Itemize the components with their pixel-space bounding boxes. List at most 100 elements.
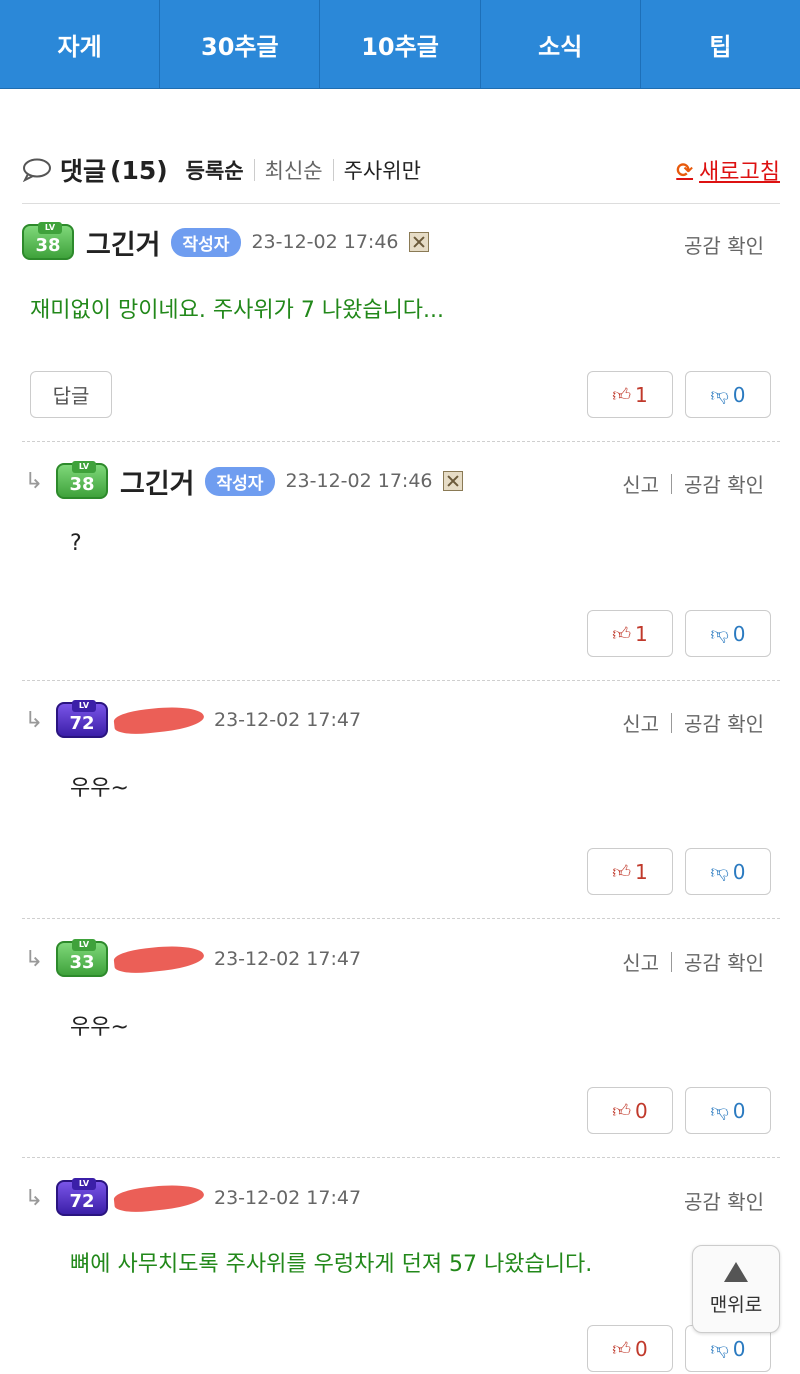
comment-actions: 신고 공감 확인 xyxy=(622,947,764,976)
comment-meta: ↳ LV 33 23-12-02 17:47 xyxy=(22,939,361,979)
level-tag: LV xyxy=(72,461,96,473)
reply-arrow-icon: ↳ xyxy=(24,1185,44,1211)
thumbs-up-icon: 👍︎ xyxy=(612,1338,632,1360)
level-badge: LV 72 xyxy=(56,700,108,738)
level-tag: LV xyxy=(72,700,96,712)
like-count: 0 xyxy=(635,1098,648,1123)
level-number: 38 xyxy=(35,235,61,256)
like-button[interactable]: 👍︎ 1 xyxy=(587,371,673,418)
report-link[interactable]: 신고 xyxy=(622,947,659,976)
level-badge: LV 72 xyxy=(56,1178,108,1216)
like-button[interactable]: 👍︎ 1 xyxy=(587,610,673,657)
report-link[interactable]: 신고 xyxy=(622,469,659,498)
comments-header: 댓글 (15) 등록순 최신순 주사위만 ⟳ 새로고침 xyxy=(22,150,780,190)
thumbs-down-icon: 👎︎ xyxy=(710,623,729,645)
dislike-button[interactable]: 👎︎ 0 xyxy=(685,371,771,418)
dislike-button[interactable]: 👎︎ 0 xyxy=(685,1087,771,1134)
level-badge: LV 38 xyxy=(56,461,108,499)
sort-by-registered[interactable]: 등록순 xyxy=(186,155,254,185)
nickname[interactable]: 그긴거 xyxy=(120,462,195,501)
like-check-link[interactable]: 공감 확인 xyxy=(684,708,764,737)
comment-text: 뼈에 사무치도록 주사위를 우렁차게 던져 57 나왔습니다. xyxy=(70,1252,593,1277)
like-button[interactable]: 👍︎ 0 xyxy=(587,1087,673,1134)
comment-text: 우우~ xyxy=(70,776,129,801)
redacted-nickname[interactable] xyxy=(114,943,204,975)
thumbs-up-icon: 👍︎ xyxy=(612,623,632,645)
comment-divider xyxy=(22,918,780,919)
level-number: 72 xyxy=(69,713,95,734)
comment-actions: 신고 공감 확인 xyxy=(622,708,764,737)
author-badge: 작성자 xyxy=(204,466,276,496)
comment-actions: 공감 확인 xyxy=(684,1186,764,1215)
action-separator xyxy=(671,712,673,733)
arrow-up-icon xyxy=(724,1261,748,1282)
report-link[interactable]: 신고 xyxy=(622,708,659,737)
comment-divider xyxy=(22,1157,780,1158)
thumbs-down-icon: 👎︎ xyxy=(710,384,729,406)
comment-meta: ↳ LV 38 그긴거 작성자 23-12-02 17:46 xyxy=(22,461,463,501)
comment-date: 23-12-02 17:47 xyxy=(214,1187,362,1209)
nav-tab-free[interactable]: 자게 xyxy=(0,0,161,88)
comment-item: ↳ LV 72 23-12-02 17:47 공감 확인 뼈에 사무치도록 주사… xyxy=(22,1178,780,1374)
level-badge: LV 33 xyxy=(56,939,108,977)
comment-text: 재미없이 망이네요. 주사위가 7 나왔습니다... xyxy=(30,298,445,323)
comment-actions: 신고 공감 확인 xyxy=(622,469,764,498)
nav-tab-news[interactable]: 소식 xyxy=(481,0,641,88)
like-button[interactable]: 👍︎ 0 xyxy=(587,1325,673,1372)
dislike-count: 0 xyxy=(732,1098,746,1123)
like-check-link[interactable]: 공감 확인 xyxy=(684,469,764,498)
nickname[interactable]: 그긴거 xyxy=(86,223,161,262)
redacted-nickname[interactable] xyxy=(114,1182,204,1214)
comment-item: ↳ LV 33 23-12-02 17:47 신고 공감 확인 우우~ 👍︎ 0… xyxy=(22,939,780,1158)
nav-tab-30[interactable]: 30추글 xyxy=(160,0,321,88)
dislike-count: 0 xyxy=(732,859,746,884)
level-tag: LV xyxy=(72,1178,96,1190)
comment-text: 우우~ xyxy=(70,1015,129,1040)
like-check-link[interactable]: 공감 확인 xyxy=(684,1186,764,1215)
nav-tab-tips[interactable]: 팁 xyxy=(641,0,800,88)
comment-date: 23-12-02 17:47 xyxy=(214,709,362,731)
like-count: 1 xyxy=(635,621,648,646)
like-button[interactable]: 👍︎ 1 xyxy=(587,848,673,895)
comment-item: ↳ LV 38 그긴거 작성자 23-12-02 17:46 신고 공감 확인 … xyxy=(22,461,780,681)
thumbs-down-icon: 👎︎ xyxy=(710,1338,729,1360)
comment-item: ↳ LV 72 23-12-02 17:47 신고 공감 확인 우우~ 👍︎ 1… xyxy=(22,700,780,919)
dislike-button[interactable]: 👎︎ 0 xyxy=(685,848,771,895)
sort-dice-only[interactable]: 주사위만 xyxy=(334,155,431,185)
refresh-label: 새로고침 xyxy=(699,160,780,185)
reply-arrow-icon: ↳ xyxy=(24,468,44,494)
like-count: 0 xyxy=(635,1336,648,1361)
scroll-top-label: 맨위로 xyxy=(709,1293,763,1316)
dislike-button[interactable]: 👎︎ 0 xyxy=(685,610,771,657)
reply-button[interactable]: 답글 xyxy=(30,371,112,418)
comment-actions: 공감 확인 xyxy=(684,230,764,259)
refresh-icon: ⟳ xyxy=(676,158,694,182)
dislike-count: 0 xyxy=(732,1336,746,1361)
sort-by-latest[interactable]: 최신순 xyxy=(255,155,333,185)
comment-divider xyxy=(22,441,780,442)
like-count: 1 xyxy=(635,382,648,407)
comments-count: (15) xyxy=(110,155,168,185)
comment-meta: ↳ LV 72 23-12-02 17:47 xyxy=(22,700,361,740)
comments-title: 댓글 xyxy=(60,157,107,186)
like-check-link[interactable]: 공감 확인 xyxy=(684,947,764,976)
sort-options: 등록순 최신순 주사위만 xyxy=(186,155,431,185)
dislike-count: 0 xyxy=(732,621,746,646)
like-check-link[interactable]: 공감 확인 xyxy=(684,230,764,259)
reply-arrow-icon: ↳ xyxy=(24,707,44,733)
comment-divider xyxy=(22,680,780,681)
header-divider xyxy=(22,203,780,204)
redacted-nickname[interactable] xyxy=(114,704,204,736)
thumbs-up-icon: 👍︎ xyxy=(612,861,632,883)
refresh-link[interactable]: ⟳ 새로고침 xyxy=(676,154,780,186)
dislike-count: 0 xyxy=(732,382,746,407)
thumbs-down-icon: 👎︎ xyxy=(710,1100,729,1122)
comment-text: ? xyxy=(70,531,82,556)
comment-meta: LV 38 그긴거 작성자 23-12-02 17:46 xyxy=(22,222,429,262)
level-tag: LV xyxy=(72,939,96,951)
level-number: 38 xyxy=(69,474,95,495)
scroll-top-button[interactable]: 맨위로 xyxy=(692,1245,780,1333)
nav-tab-10[interactable]: 10추글 xyxy=(320,0,481,88)
reply-arrow-icon: ↳ xyxy=(24,946,44,972)
top-nav: 자게 30추글 10추글 소식 팁 xyxy=(0,0,800,89)
